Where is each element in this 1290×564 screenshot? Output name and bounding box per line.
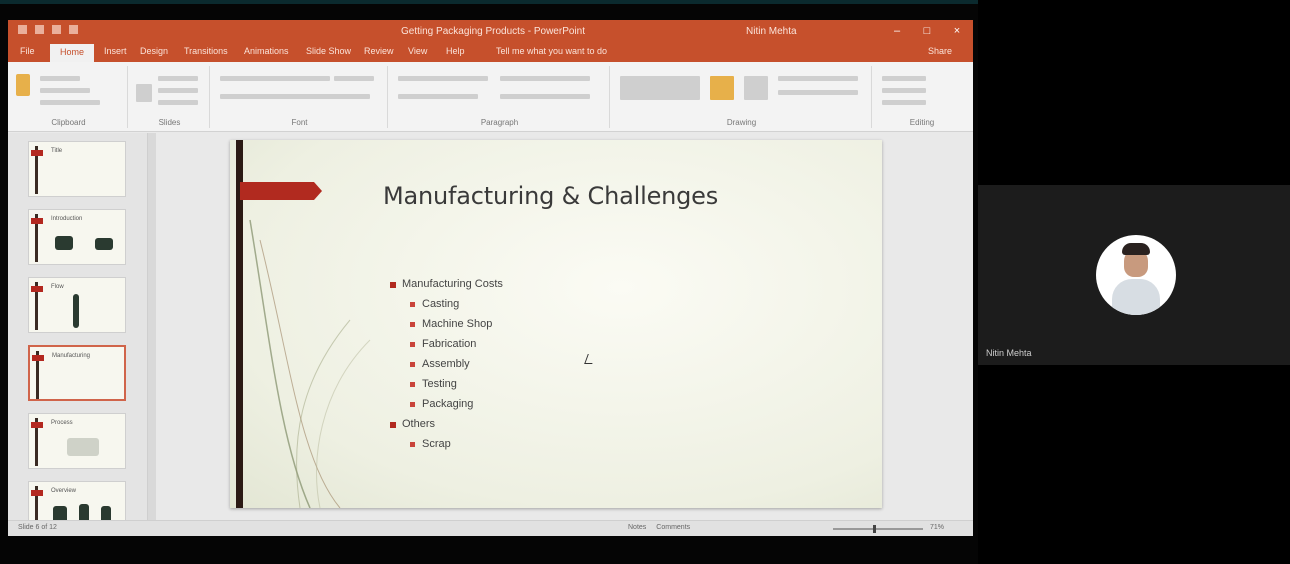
thumbnail-title: Flow bbox=[51, 284, 64, 290]
group-label: Editing bbox=[909, 118, 935, 127]
slide-canvas[interactable]: Manufacturing & Challenges Manufacturing… bbox=[230, 140, 882, 508]
slide-thumbnail[interactable]: Flow bbox=[28, 277, 126, 333]
screen-share-bottom-band bbox=[8, 536, 973, 564]
user-name[interactable]: Nitin Mehta bbox=[746, 26, 797, 37]
slide-title[interactable]: Manufacturing & Challenges bbox=[383, 182, 718, 210]
bullet-item[interactable]: Others bbox=[390, 418, 436, 430]
group-font: Font bbox=[212, 66, 388, 128]
mouse-cursor-icon bbox=[584, 354, 596, 364]
thumbnail-title: Process bbox=[51, 420, 73, 426]
title-bar: Getting Packaging Products - PowerPoint … bbox=[8, 20, 973, 42]
tab-design[interactable]: Design bbox=[140, 46, 168, 56]
meeting-sidebar-bottom bbox=[978, 365, 1290, 564]
bullet-text: Casting bbox=[422, 298, 460, 310]
minimize-button[interactable]: – bbox=[889, 23, 905, 39]
group-label: Slides bbox=[158, 118, 181, 127]
tab-animations[interactable]: Animations bbox=[244, 46, 289, 56]
slide-thumbnail[interactable]: Introduction bbox=[28, 209, 126, 265]
bullet-item[interactable]: Casting bbox=[410, 298, 460, 310]
bullet-text: Machine Shop bbox=[422, 318, 493, 330]
meeting-stage: Getting Packaging Products - PowerPoint … bbox=[0, 0, 1290, 564]
tab-home[interactable]: Home bbox=[50, 44, 95, 62]
ribbon: Clipboard Slides Font Paragraph Drawing … bbox=[8, 62, 973, 132]
bullet-item[interactable]: Fabrication bbox=[410, 338, 477, 350]
slide-thumbnail[interactable]: Process bbox=[28, 413, 126, 469]
group-label: Font bbox=[291, 118, 308, 127]
bullet-item[interactable]: Packaging bbox=[410, 398, 474, 410]
bullet-item[interactable]: Machine Shop bbox=[410, 318, 493, 330]
bullet-text: Fabrication bbox=[422, 338, 477, 350]
group-drawing: Drawing bbox=[612, 66, 872, 128]
group-editing: Editing bbox=[874, 66, 970, 128]
tab-review[interactable]: Review bbox=[364, 46, 394, 56]
group-slides: Slides bbox=[130, 66, 210, 128]
group-label: Paragraph bbox=[480, 118, 519, 127]
quick-access-toolbar bbox=[18, 25, 78, 34]
notes-button[interactable]: Notes bbox=[628, 524, 646, 531]
tab-help[interactable]: Help bbox=[446, 46, 465, 56]
thumbnail-scrollbar[interactable] bbox=[148, 133, 156, 528]
participant-avatar bbox=[1096, 235, 1176, 315]
participant-name: Nitin Mehta bbox=[986, 348, 1032, 358]
powerpoint-window: Getting Packaging Products - PowerPoint … bbox=[8, 20, 973, 536]
bullet-text: Testing bbox=[422, 378, 457, 390]
status-bar: Slide 6 of 12 Notes Comments 71% bbox=[8, 520, 973, 536]
thumbnail-title: Overview bbox=[51, 488, 77, 494]
bullet-item[interactable]: Scrap bbox=[410, 438, 451, 450]
save-icon[interactable] bbox=[18, 25, 27, 34]
zoom-level[interactable]: 71% bbox=[930, 524, 944, 531]
tab-slide-show[interactable]: Slide Show bbox=[306, 46, 351, 56]
group-clipboard: Clipboard bbox=[10, 66, 128, 128]
redo-icon[interactable] bbox=[52, 25, 61, 34]
comments-button[interactable]: Comments bbox=[656, 524, 690, 531]
undo-icon[interactable] bbox=[35, 25, 44, 34]
share-button[interactable]: Share bbox=[928, 46, 952, 56]
bullet-text: Scrap bbox=[422, 438, 451, 450]
bullet-text: Manufacturing Costs bbox=[402, 278, 503, 290]
slide-counter: Slide 6 of 12 bbox=[18, 524, 57, 531]
paste-icon[interactable] bbox=[16, 74, 30, 96]
tab-view[interactable]: View bbox=[408, 46, 427, 56]
bullet-text: Others bbox=[402, 418, 436, 430]
maximize-button[interactable]: □ bbox=[919, 23, 935, 39]
present-icon[interactable] bbox=[69, 25, 78, 34]
group-label: Drawing bbox=[726, 118, 757, 127]
bullet-text: Assembly bbox=[422, 358, 470, 370]
bullet-text: Packaging bbox=[422, 398, 474, 410]
tab-insert[interactable]: Insert bbox=[104, 46, 127, 56]
window-title: Getting Packaging Products - PowerPoint bbox=[401, 26, 585, 37]
thumbnail-title: Title bbox=[51, 148, 63, 154]
thumbnail-title: Manufacturing bbox=[52, 353, 91, 359]
group-paragraph: Paragraph bbox=[390, 66, 610, 128]
bullet-item[interactable]: Manufacturing Costs bbox=[390, 278, 503, 290]
slide-thumbnail[interactable]: 3 Title bbox=[28, 141, 126, 197]
slide-title-tag bbox=[240, 182, 322, 200]
zoom-slider-handle[interactable] bbox=[873, 525, 876, 533]
tab-transitions[interactable]: Transitions bbox=[184, 46, 228, 56]
slide-thumbnail-pane[interactable]: 3 Title Introduction Flow Manufacturing bbox=[8, 133, 148, 536]
window-controls: – □ × bbox=[889, 23, 965, 39]
meeting-sidebar-top bbox=[978, 0, 1290, 185]
bullet-item[interactable]: Assembly bbox=[410, 358, 470, 370]
status-actions: Notes Comments bbox=[628, 524, 690, 531]
ribbon-tabs: File Home Insert Design Transitions Anim… bbox=[8, 42, 973, 62]
tab-file[interactable]: File bbox=[20, 46, 35, 56]
slide-thumbnail-selected[interactable]: Manufacturing bbox=[28, 345, 126, 401]
bullet-item[interactable]: Testing bbox=[410, 378, 457, 390]
zoom-slider[interactable] bbox=[833, 528, 923, 530]
group-label: Clipboard bbox=[51, 118, 86, 127]
tell-me-search[interactable]: Tell me what you want to do bbox=[496, 46, 607, 56]
thumbnail-title: Introduction bbox=[51, 216, 83, 222]
close-button[interactable]: × bbox=[949, 23, 965, 39]
